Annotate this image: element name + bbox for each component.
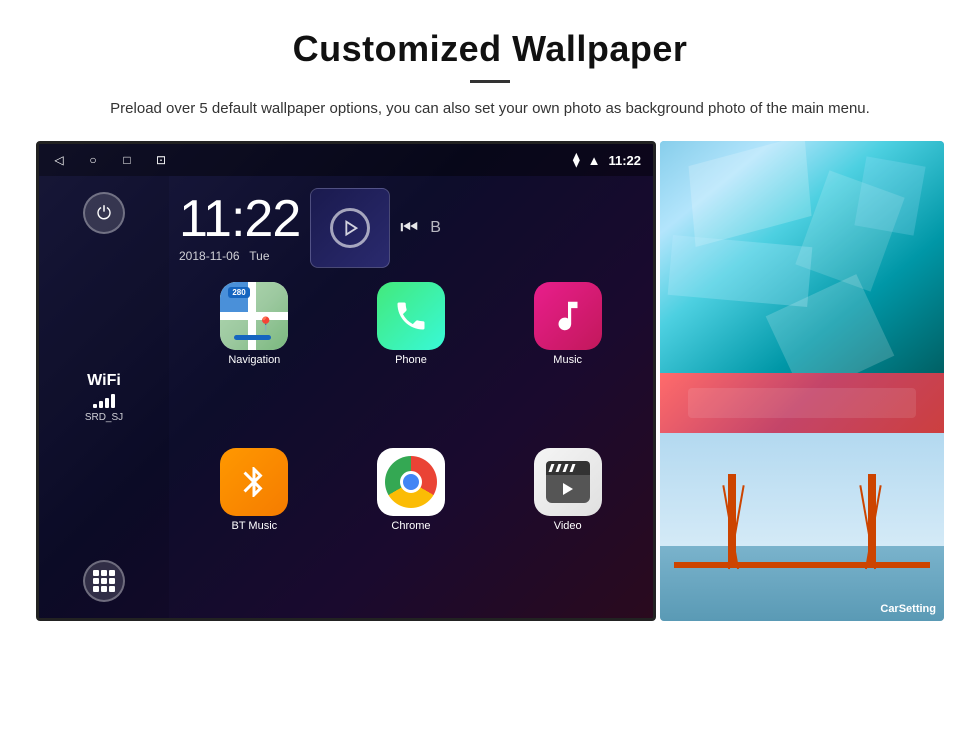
back-icon: ◁ [51, 152, 67, 168]
music-app-icon [534, 282, 602, 350]
bluetooth-icon: B [430, 219, 441, 237]
app-drawer-button[interactable] [83, 560, 125, 602]
app-grid: 280 📍 Navigation [169, 276, 653, 618]
clock-date: 2018-11-06 Tue [179, 249, 300, 263]
music-widget[interactable] [310, 188, 390, 268]
screenshot-wrapper: ◁ ○ □ ⊡ ⧫ ▲ 11:22 ⏻ WiFi [36, 141, 944, 621]
wallpaper-ice[interactable] [660, 141, 944, 373]
page-title: Customized Wallpaper [80, 28, 900, 70]
wifi-bar-3 [105, 398, 109, 408]
bt-music-label: BT Music [232, 520, 278, 532]
recents-icon: □ [119, 152, 135, 168]
grid-icon [93, 570, 115, 592]
music-label: Music [553, 354, 582, 366]
location-icon: ⧫ [573, 152, 579, 168]
clock-time: 11:22 [179, 193, 300, 245]
media-controls: ⏮ B [400, 217, 441, 240]
clock-display: 11:22 2018-11-06 Tue [179, 193, 300, 263]
clock-area: 11:22 2018-11-06 Tue [169, 176, 653, 276]
app-navigation[interactable]: 280 📍 Navigation [179, 282, 330, 442]
status-bar: ◁ ○ □ ⊡ ⧫ ▲ 11:22 [39, 144, 653, 176]
wallpaper-mid[interactable] [660, 373, 944, 433]
app-bt-music[interactable]: BT Music [179, 448, 330, 608]
wifi-label: WiFi [85, 372, 123, 390]
video-icon [534, 448, 602, 516]
wifi-bars [85, 394, 123, 408]
phone-label: Phone [395, 354, 427, 366]
wallpaper-panels: CarSetting [660, 141, 944, 621]
status-time: 11:22 [608, 153, 641, 168]
chrome-icon [377, 448, 445, 516]
wifi-info: WiFi SRD_SJ [85, 372, 123, 423]
app-chrome[interactable]: Chrome [336, 448, 487, 608]
signal-icon: ▲ [588, 153, 601, 168]
title-divider [470, 80, 510, 83]
android-main: ⏻ WiFi SRD_SJ [39, 176, 653, 618]
center-content: 11:22 2018-11-06 Tue [169, 176, 653, 618]
navigation-label: Navigation [228, 354, 280, 366]
wifi-bar-4 [111, 394, 115, 408]
wifi-bar-2 [99, 401, 103, 408]
status-nav-icons: ◁ ○ □ ⊡ [51, 152, 169, 168]
home-icon: ○ [85, 152, 101, 168]
video-label: Video [554, 520, 582, 532]
left-sidebar: ⏻ WiFi SRD_SJ [39, 176, 169, 618]
wifi-ssid: SRD_SJ [85, 412, 123, 423]
app-phone[interactable]: Phone [336, 282, 487, 442]
nav-badge: 280 [228, 287, 249, 298]
wallpaper-bridge[interactable]: CarSetting [660, 433, 944, 621]
bt-icon [220, 448, 288, 516]
prev-track-button[interactable]: ⏮ [400, 217, 418, 240]
status-right-icons: ⧫ ▲ 11:22 [573, 152, 641, 168]
navigation-icon: 280 📍 [220, 282, 288, 350]
android-screen: ◁ ○ □ ⊡ ⧫ ▲ 11:22 ⏻ WiFi [36, 141, 656, 621]
music-icon [330, 208, 370, 248]
power-button[interactable]: ⏻ [83, 192, 125, 234]
play-icon [563, 483, 573, 495]
wifi-bar-1 [93, 404, 97, 408]
nav-pin: 📍 [257, 316, 274, 333]
app-music[interactable]: Music [492, 282, 643, 442]
app-video[interactable]: Video [492, 448, 643, 608]
screenshot-icon: ⊡ [153, 152, 169, 168]
phone-icon [377, 282, 445, 350]
carsetting-label: CarSetting [880, 603, 936, 615]
page-description: Preload over 5 default wallpaper options… [80, 97, 900, 121]
page-header: Customized Wallpaper Preload over 5 defa… [0, 0, 980, 141]
chrome-label: Chrome [391, 520, 430, 532]
